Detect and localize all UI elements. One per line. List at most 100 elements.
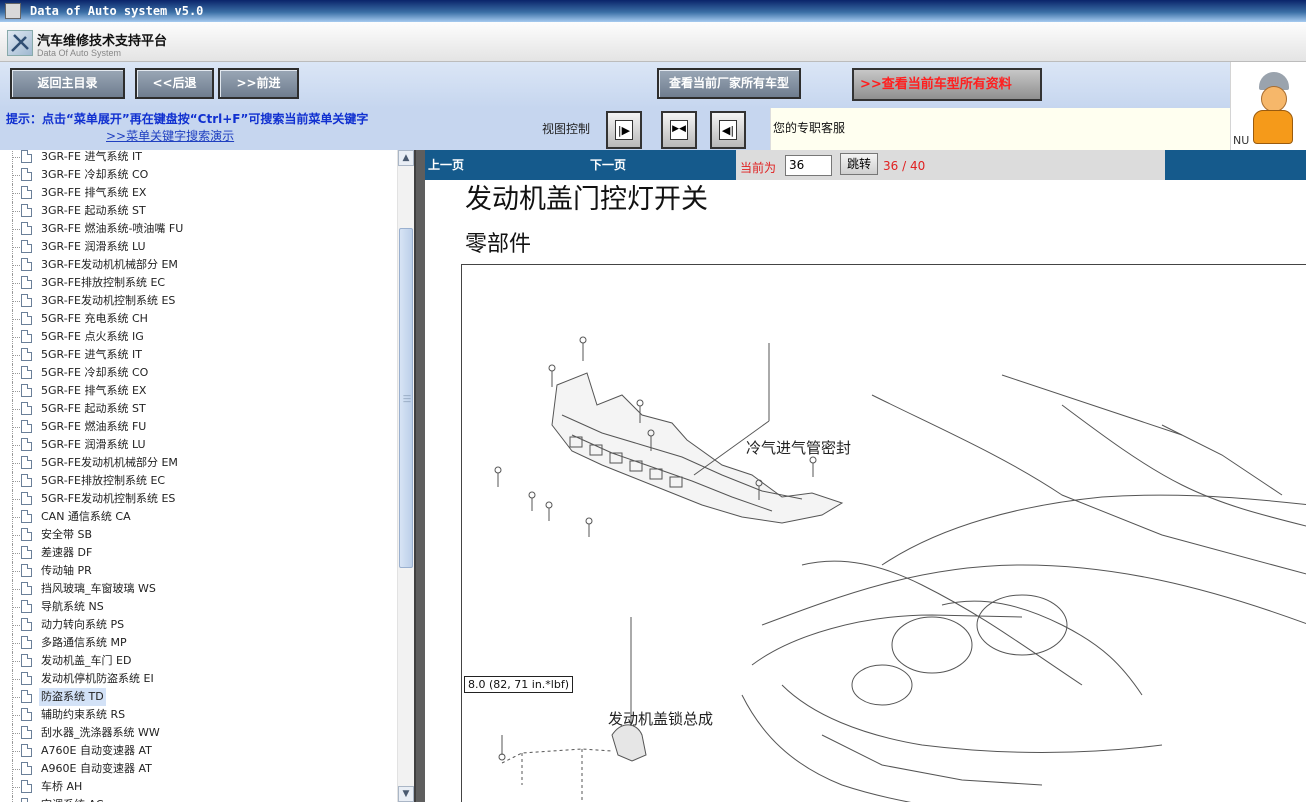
- tree-item-label: CAN 通信系统 CA: [41, 510, 131, 523]
- tree-item[interactable]: A960E 自动变速器 AT: [0, 760, 398, 778]
- tree-item[interactable]: 5GR-FE发动机控制系统 ES: [0, 490, 398, 508]
- tree-item-label: 5GR-FE 燃油系统 FU: [41, 420, 147, 433]
- scroll-up-arrow-icon[interactable]: ▲: [398, 150, 414, 166]
- tree-item-label: 挡风玻璃_车窗玻璃 WS: [41, 582, 156, 595]
- tree-item[interactable]: 挡风玻璃_车窗玻璃 WS: [0, 580, 398, 598]
- tree-item[interactable]: 安全带 SB: [0, 526, 398, 544]
- tree-connector: [12, 193, 20, 194]
- tree-item-label: 5GR-FE 点火系统 IG: [41, 330, 144, 343]
- jump-button[interactable]: 跳转: [840, 153, 878, 175]
- tree-item[interactable]: 5GR-FE 点火系统 IG: [0, 328, 398, 346]
- tree-item[interactable]: 5GR-FE 燃油系统 FU: [0, 418, 398, 436]
- prev-page-link[interactable]: 上一页: [428, 156, 464, 173]
- tree-item[interactable]: A760E 自动变速器 AT: [0, 742, 398, 760]
- next-page-link[interactable]: 下一页: [590, 156, 626, 173]
- tree-item[interactable]: 3GR-FE 排气系统 EX: [0, 184, 398, 202]
- tree-item[interactable]: 导航系统 NS: [0, 598, 398, 616]
- tree-connector: [12, 355, 20, 356]
- document-icon: [21, 222, 32, 235]
- tree-item[interactable]: 5GR-FE 进气系统 IT: [0, 346, 398, 364]
- tree-connector: [12, 796, 13, 802]
- nav-toolbar: 返回主目录 <<后退 >>前进 查看当前厂家所有车型 >>查看当前车型所有资料: [0, 62, 1230, 108]
- forward-button[interactable]: >>前进: [218, 68, 299, 99]
- tree-connector: [12, 211, 20, 212]
- tree-item[interactable]: 空调系统 AC: [0, 796, 398, 802]
- tree-connector: [12, 391, 20, 392]
- search-demo-link[interactable]: >>菜单关键字搜索演示: [106, 127, 234, 144]
- tree-item[interactable]: 差速器 DF: [0, 544, 398, 562]
- document-icon: [21, 798, 32, 802]
- document-viewer: 上一页 下一页 当前为 36 跳转 36 / 40 发动机盖门控灯开关 零部件: [425, 150, 1306, 802]
- home-button[interactable]: 返回主目录: [10, 68, 125, 99]
- tree-item[interactable]: 发动机盖_车门 ED: [0, 652, 398, 670]
- tree-item[interactable]: 3GR-FE 起动系统 ST: [0, 202, 398, 220]
- document-icon: [21, 564, 32, 577]
- document-icon: [21, 654, 32, 667]
- tree-item[interactable]: 5GR-FE 润滑系统 LU: [0, 436, 398, 454]
- scroll-thumb[interactable]: — — —: [399, 228, 413, 568]
- tree-item-label: 5GR-FE 进气系统 IT: [41, 348, 142, 361]
- tree-item[interactable]: 3GR-FE 润滑系统 LU: [0, 238, 398, 256]
- tree-item-label: 动力转向系统 PS: [41, 618, 125, 631]
- tree-item[interactable]: 5GR-FE 充电系统 CH: [0, 310, 398, 328]
- tree-item[interactable]: 车桥 AH: [0, 778, 398, 796]
- tree-item-label: 刮水器_洗涤器系统 WW: [41, 726, 160, 739]
- tree-connector: [12, 229, 20, 230]
- tree-item[interactable]: 5GR-FE 冷却系统 CO: [0, 364, 398, 382]
- tree-item[interactable]: 5GR-FE发动机机械部分 EM: [0, 454, 398, 472]
- document-icon: [21, 150, 32, 163]
- document-icon: [21, 402, 32, 415]
- current-page-label: 当前为: [740, 161, 777, 175]
- view-left-icon: ◀|: [719, 120, 737, 140]
- tree-item-label: 3GR-FE 起动系统 ST: [41, 204, 146, 217]
- document-icon: [21, 528, 32, 541]
- document-icon: [21, 690, 32, 703]
- tree-scrollbar[interactable]: ▲ — — — ▼: [397, 150, 414, 802]
- tree-item[interactable]: 防盗系统 TD: [0, 688, 398, 706]
- tree-item-label: 3GR-FE发动机机械部分 EM: [41, 258, 178, 271]
- view-expand-left-button[interactable]: ◀|: [710, 111, 746, 149]
- double-arrow-icon: >>: [860, 77, 882, 92]
- tree-connector: [12, 517, 20, 518]
- tree-item[interactable]: 3GR-FE 进气系统 IT: [0, 150, 398, 166]
- menu-tree: 3GR-FE 进气系统 IT 3GR-FE 冷却系统 CO 3GR-FE 排气系统 …: [0, 150, 414, 802]
- tree-item[interactable]: 传动轴 PR: [0, 562, 398, 580]
- app-subtitle: Data Of Auto System: [37, 48, 122, 58]
- tree-item-label: 3GR-FE 燃油系统-喷油嘴 FU: [41, 222, 184, 235]
- tree-item[interactable]: 多路通信系统 MP: [0, 634, 398, 652]
- all-models-button[interactable]: 查看当前厂家所有车型: [657, 68, 801, 99]
- scroll-down-arrow-icon[interactable]: ▼: [398, 786, 414, 802]
- tree-item-label: 3GR-FE 润滑系统 LU: [41, 240, 146, 253]
- tree-connector: [12, 337, 20, 338]
- window-title: Data of Auto system v5.0: [30, 4, 204, 18]
- tree-item-label: 5GR-FE 润滑系统 LU: [41, 438, 146, 451]
- back-button[interactable]: <<后退: [135, 68, 214, 99]
- tree-connector: [12, 715, 20, 716]
- tree-item[interactable]: CAN 通信系统 CA: [0, 508, 398, 526]
- tree-item[interactable]: 3GR-FE发动机机械部分 EM: [0, 256, 398, 274]
- view-split-button[interactable]: ▶◀: [661, 111, 697, 149]
- tree-item[interactable]: 5GR-FE排放控制系统 EC: [0, 472, 398, 490]
- page-number-input[interactable]: 36: [785, 155, 832, 176]
- document-icon: [21, 636, 32, 649]
- tree-item[interactable]: 3GR-FE 冷却系统 CO: [0, 166, 398, 184]
- document-icon: [21, 348, 32, 361]
- tree-item[interactable]: 5GR-FE 起动系统 ST: [0, 400, 398, 418]
- view-split-icon: ▶◀: [670, 120, 688, 140]
- tree-connector: [12, 373, 20, 374]
- tree-item[interactable]: 5GR-FE 排气系统 EX: [0, 382, 398, 400]
- tree-item[interactable]: 3GR-FE 燃油系统-喷油嘴 FU: [0, 220, 398, 238]
- all-data-button[interactable]: >>查看当前车型所有资料: [852, 68, 1042, 101]
- document-icon: [21, 186, 32, 199]
- pane-splitter[interactable]: [414, 150, 425, 802]
- document-icon: [21, 474, 32, 487]
- view-control-label: 视图控制: [542, 122, 591, 136]
- tree-item[interactable]: 刮水器_洗涤器系统 WW: [0, 724, 398, 742]
- tree-item[interactable]: 辅助约束系统 RS: [0, 706, 398, 724]
- tree-item[interactable]: 3GR-FE发动机控制系统 ES: [0, 292, 398, 310]
- tree-item[interactable]: 动力转向系统 PS: [0, 616, 398, 634]
- tree-item[interactable]: 3GR-FE排放控制系统 EC: [0, 274, 398, 292]
- tree-item-label: 发动机盖_车门 ED: [41, 654, 132, 667]
- tree-item[interactable]: 发动机停机防盗系统 EI: [0, 670, 398, 688]
- view-expand-right-button[interactable]: |▶: [606, 111, 642, 149]
